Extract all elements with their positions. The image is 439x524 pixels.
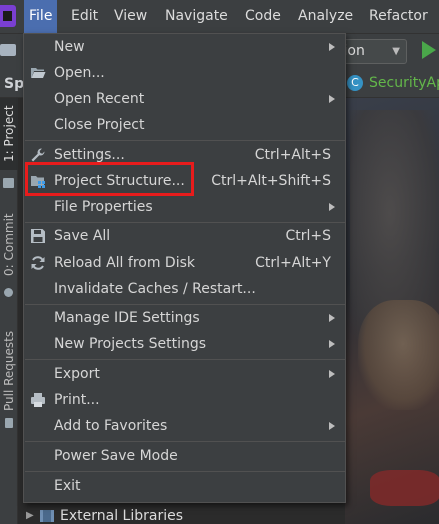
menu-analyze[interactable]: Analyze (293, 0, 358, 33)
menu-separator (25, 441, 345, 442)
submenu-arrow-icon (329, 95, 335, 103)
menu-item-project-structure-shortcut: Ctrl+Alt+Shift+S (211, 173, 331, 189)
tool-window-pull-requests-tab[interactable]: Pull Requests (0, 316, 18, 426)
printer-icon (31, 393, 45, 407)
wrench-icon (31, 148, 45, 162)
menu-item-file-properties[interactable]: File Properties (24, 194, 345, 220)
menu-code[interactable]: Code (240, 0, 286, 33)
project-tab-label: 1: Project (2, 105, 16, 163)
menu-item-new-projects-settings-label: New Projects Settings (54, 336, 207, 352)
submenu-arrow-icon (329, 314, 335, 322)
menu-item-reload-all-from-disk[interactable]: Reload All from Disk Ctrl+Alt+Y (24, 250, 345, 276)
menu-refactor[interactable]: Refactor (364, 0, 433, 33)
menu-item-settings-shortcut: Ctrl+Alt+S (254, 147, 331, 163)
menu-item-save-all-shortcut: Ctrl+S (285, 228, 331, 244)
external-libraries-label: External Libraries (60, 507, 183, 524)
menu-item-save-all[interactable]: Save All Ctrl+S (24, 223, 345, 249)
menu-item-export[interactable]: Export (24, 361, 345, 387)
chevron-down-icon: ▼ (392, 46, 400, 57)
editor-tab-security-app[interactable]: SecurityAp (369, 75, 439, 91)
highlight-annotation-box (25, 162, 194, 196)
menu-item-new-label: New (54, 39, 85, 55)
submenu-arrow-icon (329, 43, 335, 51)
menu-item-new[interactable]: New (24, 34, 345, 60)
pull-request-icon (5, 418, 13, 428)
folder-icon (3, 178, 14, 188)
menu-item-export-label: Export (54, 366, 100, 382)
menu-item-exit[interactable]: Exit (24, 473, 345, 499)
menu-edit[interactable]: Edit (66, 0, 103, 33)
external-libraries-node[interactable]: ▶ External Libraries (26, 507, 183, 524)
chevron-right-icon: ▶ (26, 510, 34, 521)
menu-item-new-projects-settings[interactable]: New Projects Settings (24, 331, 345, 357)
submenu-arrow-icon (329, 370, 335, 378)
menu-item-power-save-mode-label: Power Save Mode (54, 448, 178, 464)
intellij-logo-icon (0, 5, 16, 27)
menu-item-print[interactable]: Print... (24, 387, 345, 413)
menu-item-power-save-mode[interactable]: Power Save Mode (24, 443, 345, 469)
menu-item-open-recent[interactable]: Open Recent (24, 86, 345, 112)
menu-item-save-all-label: Save All (54, 228, 111, 244)
menu-item-open[interactable]: Open... (24, 60, 345, 86)
menu-item-open-label: Open... (54, 65, 105, 81)
submenu-arrow-icon (329, 203, 335, 211)
menu-item-close-project[interactable]: Close Project (24, 112, 345, 138)
left-tool-window-strip: 1: Project 0: Commit Pull Requests (0, 98, 18, 524)
commit-icon (4, 288, 13, 297)
background-artwork-bow (370, 470, 439, 506)
library-icon (40, 509, 54, 522)
menu-item-close-project-label: Close Project (54, 117, 145, 133)
menu-item-reload-all-from-disk-shortcut: Ctrl+Alt+Y (255, 255, 331, 271)
commit-tab-label: 0: Commit (2, 213, 16, 277)
menu-item-manage-ide-settings-label: Manage IDE Settings (54, 310, 200, 326)
menu-item-invalidate-caches[interactable]: Invalidate Caches / Restart... (24, 276, 345, 302)
menu-item-invalidate-caches-label: Invalidate Caches / Restart... (54, 281, 256, 297)
menu-item-add-to-favorites[interactable]: Add to Favorites (24, 413, 345, 439)
folder-open-icon (31, 68, 46, 78)
file-menu-popup: New Open... Open Recent Close Project Se… (23, 33, 346, 503)
menu-separator (25, 471, 345, 472)
floppy-disk-icon (31, 229, 45, 243)
menu-item-print-label: Print... (54, 392, 100, 408)
menu-item-reload-all-from-disk-label: Reload All from Disk (54, 255, 195, 271)
menu-item-exit-label: Exit (54, 478, 81, 494)
tool-window-commit-tab[interactable]: 0: Commit (0, 206, 18, 284)
menu-separator (25, 359, 345, 360)
pull-requests-tab-label: Pull Requests (2, 330, 16, 412)
menu-item-file-properties-label: File Properties (54, 199, 153, 215)
menu-file[interactable]: File (24, 0, 58, 33)
tool-window-project-tab[interactable]: 1: Project (0, 98, 18, 170)
class-icon: C (347, 75, 363, 91)
menu-item-manage-ide-settings[interactable]: Manage IDE Settings (24, 305, 345, 331)
project-folder-icon (0, 44, 16, 56)
menu-separator (25, 140, 345, 141)
menu-view[interactable]: View (109, 0, 152, 33)
menu-item-open-recent-label: Open Recent (54, 91, 145, 107)
submenu-arrow-icon (329, 340, 335, 348)
background-artwork-face (358, 300, 439, 410)
submenu-arrow-icon (329, 422, 335, 430)
main-menubar: File Edit View Navigate Code Analyze Ref… (0, 0, 439, 33)
menu-item-add-to-favorites-label: Add to Favorites (54, 418, 168, 434)
menu-navigate[interactable]: Navigate (160, 0, 233, 33)
run-icon[interactable] (422, 41, 436, 59)
reload-icon (31, 256, 45, 270)
